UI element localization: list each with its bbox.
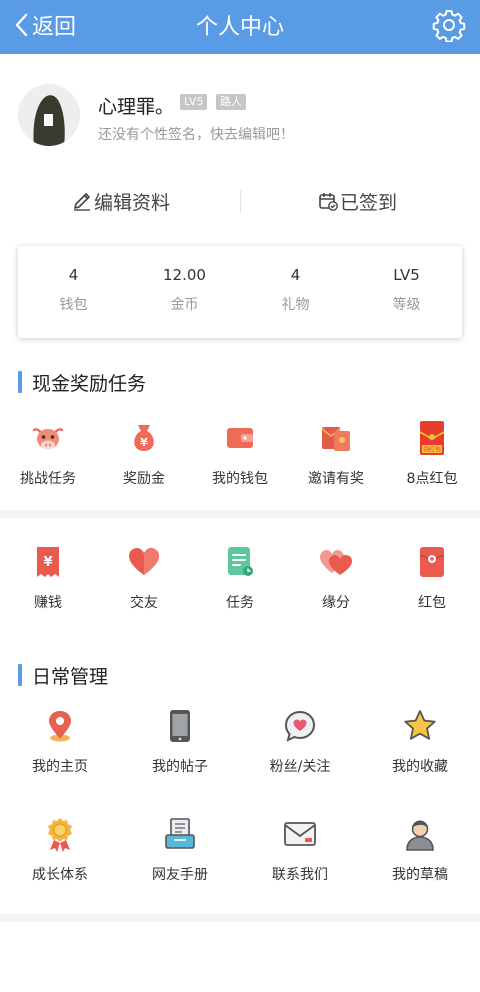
cash-task-grid: 挑战任务 ¥ 奖励金 我的钱包 邀请有奖 领红包 8点红包 xyxy=(0,420,480,488)
section-title-text: 日常管理 xyxy=(32,665,109,688)
manual-icon xyxy=(165,818,195,849)
item-label: 邀请有奖 xyxy=(308,471,364,487)
stat-gifts[interactable]: 4 礼物 xyxy=(240,246,351,338)
item-label: 我的收藏 xyxy=(392,759,448,775)
challenge-task-item[interactable]: 挑战任务 xyxy=(0,420,96,488)
stat-value: 4 xyxy=(68,266,79,284)
stat-label: 钱包 xyxy=(59,297,88,313)
contact-us-item[interactable]: 联系我们 xyxy=(240,816,360,884)
avatar-image xyxy=(18,84,80,146)
avatar[interactable] xyxy=(18,84,80,146)
red-packet-item[interactable]: 红包 xyxy=(384,544,480,612)
item-label: 8点红包 xyxy=(406,471,458,487)
page-title: 个人中心 xyxy=(195,15,284,40)
item-label: 交友 xyxy=(130,595,158,611)
section-accent-bar xyxy=(18,371,22,393)
my-posts-item[interactable]: 我的帖子 xyxy=(120,708,240,776)
mail-icon xyxy=(284,822,316,846)
location-pin-icon xyxy=(49,711,71,742)
item-label: 缘分 xyxy=(322,595,350,611)
my-drafts-item[interactable]: 我的草稿 xyxy=(360,816,480,884)
phone-icon xyxy=(170,710,190,742)
top-navigation-bar: 返回 个人中心 xyxy=(0,0,480,54)
item-label: 我的帖子 xyxy=(152,759,208,775)
item-label: 赚钱 xyxy=(34,595,62,611)
stat-value: 12.00 xyxy=(163,266,206,284)
level-badge: LV5 xyxy=(180,94,208,110)
item-label: 奖励金 xyxy=(123,471,165,487)
cow-icon xyxy=(32,428,64,450)
red-packet-icon: 领红包 xyxy=(419,421,445,455)
double-heart-icon xyxy=(320,550,352,575)
calendar-check-icon xyxy=(319,193,338,211)
signin-label: 已签到 xyxy=(340,191,398,214)
stat-label: 礼物 xyxy=(281,297,310,313)
item-label: 成长体系 xyxy=(32,867,88,883)
daily-grid-row-2: 成长体系 网友手册 联系我们 我的草稿 xyxy=(0,816,480,884)
money-bag-icon: ¥ xyxy=(134,425,154,451)
stat-coins[interactable]: 12.00 金币 xyxy=(129,246,240,338)
edit-profile-label: 编辑资料 xyxy=(94,191,171,214)
stat-label: 金币 xyxy=(170,297,199,313)
eight-oclock-red-packet-item[interactable]: 领红包 8点红包 xyxy=(384,420,480,488)
profile-card: 心理罪。 LV5 路人 还没有个性签名，快去编辑吧！ 编辑资料 已签到 4 钱包 … xyxy=(0,54,480,510)
item-label: 我的钱包 xyxy=(212,471,268,487)
stat-level[interactable]: LV5 等级 xyxy=(351,246,462,338)
pencil-icon xyxy=(74,193,90,211)
my-wallet-item[interactable]: 我的钱包 xyxy=(192,420,288,488)
signin-button[interactable]: 已签到 xyxy=(318,186,397,216)
yuan-receipt-icon: ¥ xyxy=(37,547,59,577)
my-favorites-item[interactable]: 我的收藏 xyxy=(360,708,480,776)
bottom-card xyxy=(0,922,480,992)
stat-value: LV5 xyxy=(393,266,420,284)
section-title-text: 现金奖励任务 xyxy=(32,372,147,395)
item-label: 挑战任务 xyxy=(20,471,76,487)
item-label: 我的主页 xyxy=(32,759,88,775)
make-friends-item[interactable]: 交友 xyxy=(96,544,192,612)
user-manual-item[interactable]: 网友手册 xyxy=(120,816,240,884)
medal-icon xyxy=(48,818,72,852)
fate-item[interactable]: 缘分 xyxy=(288,544,384,612)
role-badge: 路人 xyxy=(216,94,246,110)
growth-system-item[interactable]: 成长体系 xyxy=(0,816,120,884)
edit-profile-button[interactable]: 编辑资料 xyxy=(72,186,170,216)
item-label: 任务 xyxy=(226,595,254,611)
feature-grid: ¥ 赚钱 交友 任务 缘分 红包 xyxy=(0,544,480,612)
heart-bubble-icon xyxy=(284,710,316,742)
nickname: 心理罪。 xyxy=(98,96,175,118)
task-list-icon xyxy=(228,547,253,576)
section-title-cash-tasks: 现金奖励任务 xyxy=(18,370,147,395)
heart-icon xyxy=(129,548,159,575)
stat-wallet[interactable]: 4 钱包 xyxy=(18,246,129,338)
signature-text[interactable]: 还没有个性签名，快去编辑吧！ xyxy=(98,124,294,144)
svg-text:¥: ¥ xyxy=(140,436,148,449)
earn-money-item[interactable]: ¥ 赚钱 xyxy=(0,544,96,612)
red-envelopes-icon xyxy=(321,427,350,451)
stat-label: 等级 xyxy=(392,297,421,313)
item-label: 联系我们 xyxy=(272,867,328,883)
red-packet-badge-text: 领红包 xyxy=(423,446,441,454)
wallet-icon xyxy=(227,428,253,448)
section-accent-bar xyxy=(18,664,22,686)
svg-text:¥: ¥ xyxy=(43,555,52,570)
star-icon xyxy=(404,710,436,740)
item-label: 粉丝/关注 xyxy=(269,759,331,775)
invite-reward-item[interactable]: 邀请有奖 xyxy=(288,420,384,488)
stat-value: 4 xyxy=(290,266,301,284)
reward-money-item[interactable]: ¥ 奖励金 xyxy=(96,420,192,488)
features-card: ¥ 赚钱 交友 任务 缘分 红包 日常管理 我的主页 我的帖子 粉丝/关注 我的… xyxy=(0,518,480,914)
item-label: 我的草稿 xyxy=(392,867,448,883)
my-homepage-item[interactable]: 我的主页 xyxy=(0,708,120,776)
red-packet-icon xyxy=(419,547,445,577)
settings-gear-icon[interactable] xyxy=(432,8,466,42)
divider xyxy=(240,190,241,212)
fans-follow-item[interactable]: 粉丝/关注 xyxy=(240,708,360,776)
stats-panel: 4 钱包 12.00 金币 4 礼物 LV5 等级 xyxy=(18,246,462,338)
daily-grid-row-1: 我的主页 我的帖子 粉丝/关注 我的收藏 xyxy=(0,708,480,776)
tasks-item[interactable]: 任务 xyxy=(192,544,288,612)
section-title-daily: 日常管理 xyxy=(18,663,109,688)
item-label: 红包 xyxy=(418,595,446,611)
item-label: 网友手册 xyxy=(152,867,208,883)
person-icon xyxy=(406,820,434,851)
